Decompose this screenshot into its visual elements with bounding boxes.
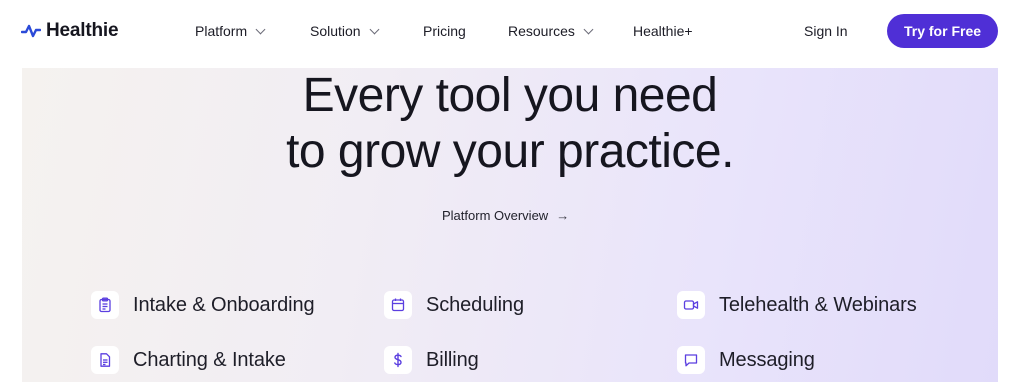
feature-intake-onboarding[interactable]: Intake & Onboarding (91, 290, 315, 320)
sign-in-label: Sign In (804, 23, 848, 39)
nav-pricing[interactable]: Pricing (423, 21, 466, 41)
feature-messaging[interactable]: Messaging (677, 345, 815, 375)
nav-solution-label: Solution (310, 23, 361, 39)
nav-solution[interactable]: Solution (310, 21, 380, 41)
hero-section: Every tool you need to grow your practic… (22, 68, 998, 382)
arrow-right-icon: → (556, 207, 570, 223)
try-for-free-button[interactable]: Try for Free (887, 14, 998, 48)
platform-overview-label: Platform Overview (442, 207, 549, 223)
try-for-free-label: Try for Free (903, 23, 982, 39)
chevron-down-icon (255, 24, 266, 34)
hero-title-line-1: Every tool you need (302, 69, 718, 122)
pulse-logo-icon (21, 23, 41, 39)
brand-logo[interactable]: Healthie (21, 18, 119, 44)
nav-resources-label: Resources (508, 23, 575, 39)
document-icon (91, 346, 119, 374)
chevron-down-icon (583, 24, 594, 34)
hero-title-line-2: to grow your practice. (286, 125, 734, 178)
nav-pricing-label: Pricing (423, 23, 466, 39)
sign-in-link[interactable]: Sign In (804, 21, 848, 41)
brand-name: Healthie (46, 20, 119, 41)
feature-label: Messaging (719, 348, 815, 371)
nav-platform-label: Platform (195, 23, 248, 39)
chevron-down-icon (369, 24, 380, 34)
dollar-icon (384, 346, 412, 374)
feature-label: Intake & Onboarding (133, 293, 315, 316)
nav-resources[interactable]: Resources (508, 21, 594, 41)
nav-healthie-plus[interactable]: Healthie+ (633, 21, 693, 41)
feature-charting-intake[interactable]: Charting & Intake (91, 345, 286, 375)
feature-billing[interactable]: Billing (384, 345, 479, 375)
feature-label: Charting & Intake (133, 348, 286, 371)
calendar-icon (384, 291, 412, 319)
platform-overview-link[interactable]: Platform Overview → (442, 206, 569, 224)
feature-label: Telehealth & Webinars (719, 293, 917, 316)
nav-healthie-plus-label: Healthie+ (633, 23, 693, 39)
feature-label: Scheduling (426, 293, 524, 316)
feature-telehealth-webinars[interactable]: Telehealth & Webinars (677, 290, 917, 320)
feature-label: Billing (426, 348, 479, 371)
hero-title: Every tool you need to grow your practic… (22, 68, 998, 180)
chat-icon (677, 346, 705, 374)
clipboard-icon (91, 291, 119, 319)
site-header: Healthie Platform Solution Pricing Resou… (0, 0, 1024, 62)
nav-platform[interactable]: Platform (195, 21, 266, 41)
video-icon (677, 291, 705, 319)
feature-scheduling[interactable]: Scheduling (384, 290, 524, 320)
